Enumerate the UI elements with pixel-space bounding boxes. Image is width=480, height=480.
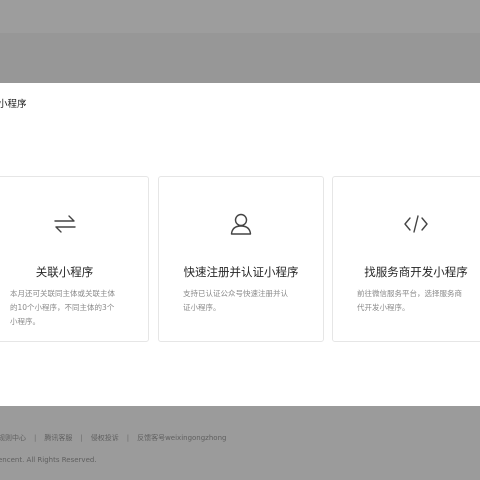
footer-links: 规则中心 | 腾讯客服 | 侵权投诉 | 反馈客号weixingongzhong — [0, 433, 226, 443]
card-description-line: 代开发小程序。 — [357, 303, 410, 312]
service-provider-card[interactable]: 找服务商开发小程序 前往微信服务平台，选择服务商 代开发小程序。 — [332, 176, 480, 342]
card-description: 本月还可关联同主体或关联主体 的10个小程序，不同主体的3个 小程序。 — [10, 287, 128, 329]
link-mini-program-card[interactable]: 关联小程序 本月还可关联同主体或关联主体 的10个小程序，不同主体的3个 小程序… — [0, 176, 149, 342]
page-banner-backdrop — [0, 33, 480, 83]
code-icon — [403, 211, 429, 237]
page-footer — [0, 406, 480, 480]
card-description: 前往微信服务平台，选择服务商 代开发小程序。 — [357, 287, 475, 315]
dialog-title: 小程序 — [0, 99, 27, 110]
card-description-line: 的10个小程序，不同主体的3个 — [10, 303, 115, 312]
card-title: 快速注册并认证小程序 — [183, 265, 299, 279]
mini-program-dialog: 小程序 关联小程序 本月还可关联同主体或关联主体 的10个小程序，不同主体的3个… — [0, 83, 480, 406]
footer-separator: | — [34, 434, 37, 442]
page-header-backdrop — [0, 0, 480, 33]
card-title: 找服务商开发小程序 — [364, 265, 468, 279]
footer-link-rules[interactable]: 规则中心 — [0, 433, 26, 443]
footer-link-service[interactable]: 腾讯客服 — [44, 433, 72, 443]
card-description-line: 本月还可关联同主体或关联主体 — [10, 289, 115, 298]
footer-link-complaint[interactable]: 侵权投诉 — [91, 433, 119, 443]
card-title: 关联小程序 — [35, 265, 94, 279]
card-description-line: 小程序。 — [10, 317, 40, 326]
card-description: 支持已认证公众号快速注册并认 证小程序。 — [183, 287, 301, 315]
footer-separator: | — [126, 434, 130, 442]
link-arrows-icon — [52, 211, 78, 237]
quick-register-card[interactable]: 快速注册并认证小程序 支持已认证公众号快速注册并认 证小程序。 — [158, 176, 324, 342]
footer-copyright: encent. All Rights Reserved. — [0, 456, 97, 464]
footer-separator: | — [80, 434, 83, 442]
footer-link-feedback[interactable]: 反馈客号weixingongzhong — [137, 433, 226, 443]
card-description-line: 支持已认证公众号快速注册并认 — [183, 289, 288, 298]
card-description-line: 证小程序。 — [183, 303, 221, 312]
card-description-line: 前往微信服务平台，选择服务商 — [357, 289, 462, 298]
user-icon — [228, 211, 254, 237]
